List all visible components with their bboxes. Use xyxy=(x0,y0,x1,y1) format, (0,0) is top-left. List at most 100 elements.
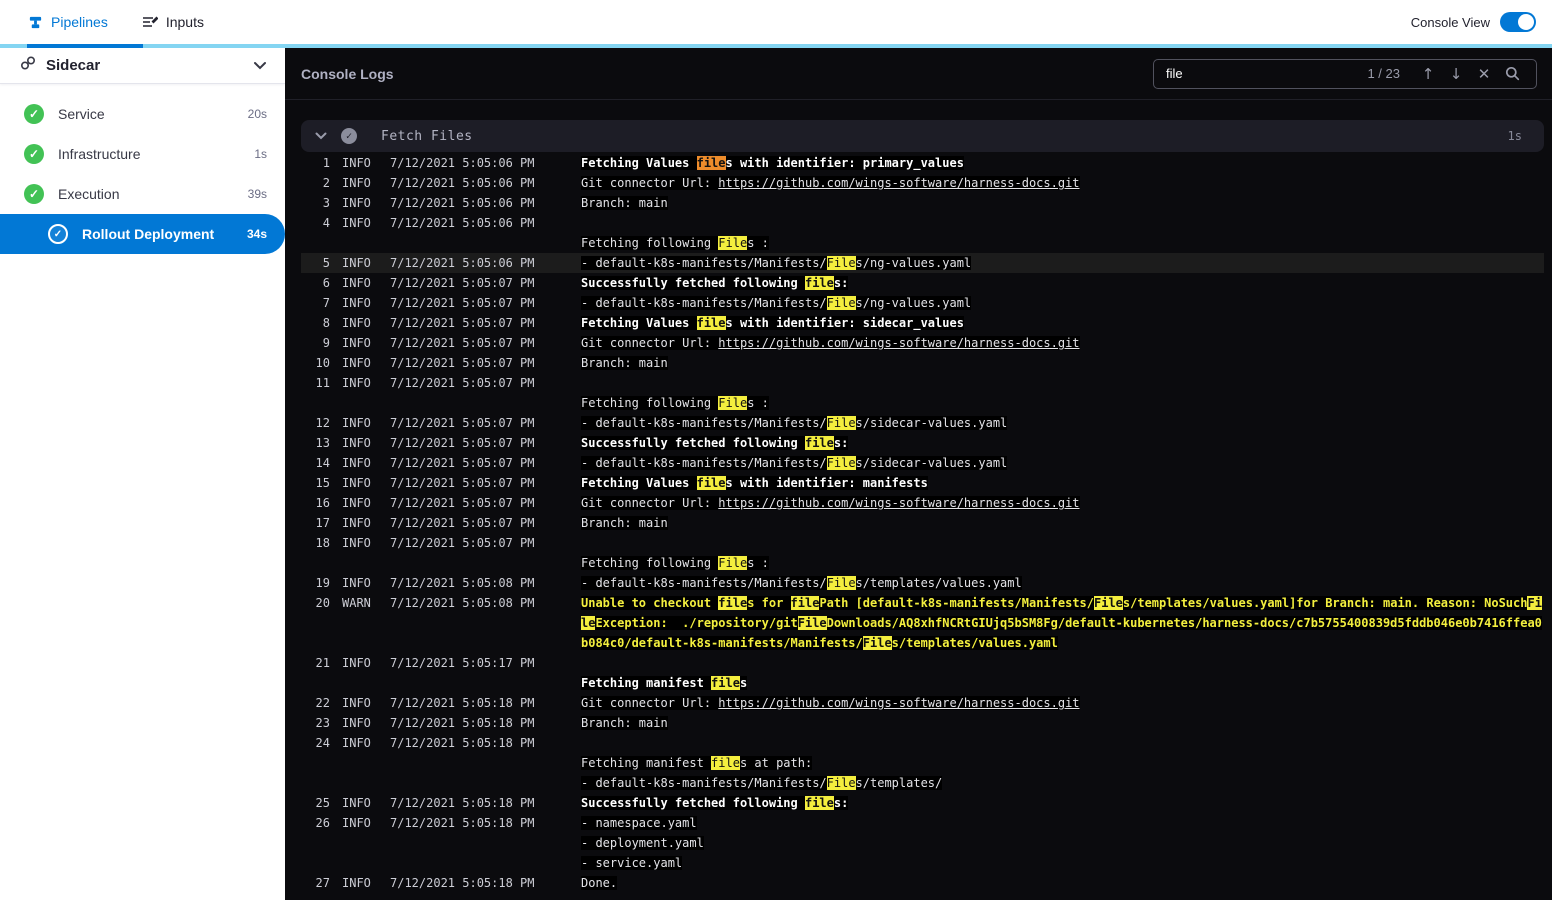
log-row: 19 INFO 7/12/2021 5:05:08 PM - default-k8s-… xyxy=(301,573,1544,593)
next-match-button[interactable]: ↓ xyxy=(1442,60,1470,88)
log-timestamp: 7/12/2021 5:05:17 PM xyxy=(390,656,535,670)
log-message: - default-k8s-manifests/Manifests/Files/… xyxy=(581,296,972,310)
tab-pipelines[interactable]: Pipelines xyxy=(28,14,108,30)
log-timestamp: 7/12/2021 5:05:07 PM xyxy=(390,276,535,290)
log-level: INFO xyxy=(342,216,371,230)
log-level: INFO xyxy=(342,536,371,550)
sidebar-header-sidecar[interactable]: Sidecar xyxy=(0,48,285,84)
log-level: WARN xyxy=(342,596,371,610)
log-message: Branch: main xyxy=(581,196,668,210)
sidebar-item-rollout-deployment[interactable]: ✓ Rollout Deployment 34s xyxy=(0,214,285,254)
step-label: Rollout Deployment xyxy=(82,226,215,242)
pipelines-icon xyxy=(28,15,43,30)
line-number: 26 xyxy=(315,816,330,830)
log-link[interactable]: https://github.com/wings-software/harnes… xyxy=(718,496,1080,510)
log-level: INFO xyxy=(342,156,371,170)
log-link[interactable]: https://github.com/wings-software/harnes… xyxy=(718,336,1080,350)
log-row: Fetching following Files : xyxy=(301,393,1544,413)
log-group-title: Fetch Files xyxy=(381,128,473,144)
console-view-toggle[interactable] xyxy=(1500,12,1536,32)
log-row: 2 INFO 7/12/2021 5:05:06 PM Git connector U… xyxy=(301,173,1544,193)
search-match-highlight: file xyxy=(804,436,834,450)
line-number: 12 xyxy=(315,416,330,430)
search-match-highlight: file xyxy=(804,276,834,290)
log-message: - service.yaml xyxy=(581,856,683,870)
log-timestamp: 7/12/2021 5:05:07 PM xyxy=(390,316,535,330)
log-timestamp: 7/12/2021 5:05:07 PM xyxy=(390,476,535,490)
log-search-box[interactable]: file 1 / 23 ↑ ↓ ✕ xyxy=(1153,58,1537,89)
search-match-highlight: File xyxy=(718,396,748,410)
log-level: INFO xyxy=(342,496,371,510)
log-level: INFO xyxy=(342,436,371,450)
log-row: 5 INFO 7/12/2021 5:05:06 PM - default-k8s-m… xyxy=(301,253,1544,273)
log-message: Fetching Values files with identifier: m… xyxy=(581,476,928,490)
log-message: - default-k8s-manifests/Manifests/Files/… xyxy=(581,416,1008,430)
previous-match-button[interactable]: ↑ xyxy=(1414,60,1442,88)
sidebar-item-infrastructure[interactable]: ✓ Infrastructure 1s xyxy=(0,134,285,174)
sidebar-item-service[interactable]: ✓ Service 20s xyxy=(0,94,285,134)
log-level: INFO xyxy=(342,576,371,590)
log-level: INFO xyxy=(342,656,371,670)
console-logs-title: Console Logs xyxy=(301,65,394,82)
log-link[interactable]: https://github.com/wings-software/harnes… xyxy=(718,696,1080,710)
log-row: 23 INFO 7/12/2021 5:05:18 PM Branch: main xyxy=(301,713,1544,733)
log-message: Successfully fetched following files: xyxy=(581,276,849,290)
log-row: 11 INFO 7/12/2021 5:05:07 PM xyxy=(301,373,1544,393)
log-row: 6 INFO 7/12/2021 5:05:07 PM Successfully fe… xyxy=(301,273,1544,293)
log-message: - default-k8s-manifests/Manifests/Files/… xyxy=(581,456,1008,470)
log-timestamp: 7/12/2021 5:05:18 PM xyxy=(390,796,535,810)
log-row: 7 INFO 7/12/2021 5:05:07 PM - default-k8s-m… xyxy=(301,293,1544,313)
log-message: Branch: main xyxy=(581,716,668,730)
log-group-header[interactable]: ✓ Fetch Files 1s xyxy=(301,120,1544,152)
log-level: INFO xyxy=(342,276,371,290)
log-link[interactable]: https://github.com/wings-software/harnes… xyxy=(718,176,1080,190)
log-message: - default-k8s-manifests/Manifests/Files/… xyxy=(581,256,972,270)
log-level: INFO xyxy=(342,476,371,490)
log-timestamp: 7/12/2021 5:05:07 PM xyxy=(390,456,535,470)
log-row: 4 INFO 7/12/2021 5:05:06 PM xyxy=(301,213,1544,233)
line-number: 20 xyxy=(315,596,330,610)
log-level: INFO xyxy=(342,196,371,210)
line-number: 1 xyxy=(322,156,330,170)
line-number: 16 xyxy=(315,496,330,510)
log-timestamp: 7/12/2021 5:05:18 PM xyxy=(390,716,535,730)
log-timestamp: 7/12/2021 5:05:07 PM xyxy=(390,536,535,550)
search-match-highlight: file xyxy=(790,596,820,610)
search-input[interactable]: file xyxy=(1166,66,1367,81)
log-lines: 1 INFO 7/12/2021 5:05:06 PM Fetching Values… xyxy=(301,152,1544,893)
log-row: 10 INFO 7/12/2021 5:05:07 PM Branch: main xyxy=(301,353,1544,373)
search-match-highlight: File xyxy=(1094,596,1123,610)
clear-search-button[interactable]: ✕ xyxy=(1470,60,1498,88)
log-level: INFO xyxy=(342,456,371,470)
line-number: 17 xyxy=(315,516,330,530)
line-number: 9 xyxy=(322,336,330,350)
top-bar: Pipelines Inputs Console View xyxy=(0,0,1552,44)
collapse-chevron-icon[interactable] xyxy=(315,132,327,140)
sidebar-item-execution[interactable]: ✓ Execution 39s xyxy=(0,174,285,214)
line-number: 2 xyxy=(322,176,330,190)
log-timestamp: 7/12/2021 5:05:18 PM xyxy=(390,816,535,830)
log-message: Fetching Values files with identifier: p… xyxy=(581,156,964,170)
log-timestamp: 7/12/2021 5:05:07 PM xyxy=(390,376,535,390)
log-row: 9 INFO 7/12/2021 5:05:07 PM Git connector U… xyxy=(301,333,1544,353)
log-timestamp: 7/12/2021 5:05:07 PM xyxy=(390,296,535,310)
chevron-down-icon[interactable] xyxy=(253,57,267,75)
log-row: 27 INFO 7/12/2021 5:05:18 PM Done. xyxy=(301,873,1544,893)
log-row: 15 INFO 7/12/2021 5:05:07 PM Fetching Value… xyxy=(301,473,1544,493)
search-icon[interactable] xyxy=(1498,60,1526,88)
success-check-icon: ✓ xyxy=(24,184,44,204)
line-number: 13 xyxy=(315,436,330,450)
line-number: 21 xyxy=(315,656,330,670)
log-message: Successfully fetched following files: xyxy=(581,796,849,810)
log-timestamp: 7/12/2021 5:05:07 PM xyxy=(390,436,535,450)
log-row: 18 INFO 7/12/2021 5:05:07 PM xyxy=(301,533,1544,553)
log-level: INFO xyxy=(342,416,371,430)
log-message: Fetching following Files : xyxy=(581,556,769,570)
toggle-knob xyxy=(1518,14,1534,30)
tab-inputs[interactable]: Inputs xyxy=(142,14,204,30)
step-list: ✓ Service 20s ✓ Infrastructure 1s ✓ Exec… xyxy=(0,84,285,254)
log-row: 1 INFO 7/12/2021 5:05:06 PM Fetching Values… xyxy=(301,153,1544,173)
step-duration: 34s xyxy=(246,227,267,241)
success-check-icon: ✓ xyxy=(24,104,44,124)
tab-underline-track xyxy=(0,44,1552,48)
